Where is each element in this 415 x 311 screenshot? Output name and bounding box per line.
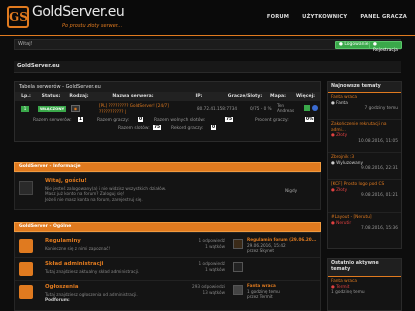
stat-slots-label: Razem wolnych slotów: xyxy=(154,118,206,123)
stat-max: 0 xyxy=(211,125,217,130)
forum-row-staff: Skład administracji Tutaj znajdziesz akt… xyxy=(15,259,320,281)
logo-tagline: Po prostu złoty serwer... xyxy=(62,23,123,29)
page: GS GoldServer.eu Po prostu złoty serwer.… xyxy=(0,0,415,311)
stat-percent-label: Procent graczy: xyxy=(255,118,289,123)
forum-counts: 1 odpowiedź 1 wątków xyxy=(198,261,225,272)
latest-topic-item[interactable]: Fanta wraca ● Fanta 7 godziny temu xyxy=(328,93,401,120)
col-lp: Lp.: xyxy=(21,94,31,99)
stat-slots: 75 xyxy=(225,117,234,122)
breadcrumb: GoldServer.eu xyxy=(14,61,401,73)
active-topic-item[interactable]: Fanta wraca ● Termit 1 godzinę temu xyxy=(328,277,401,298)
stat-all-slots-label: Razem slotów: xyxy=(118,126,150,131)
logo-mark[interactable]: GS xyxy=(7,6,29,28)
latest-topic-item[interactable]: #Layout - [Nerutu] ● Nerutir 7.08.2016, … xyxy=(328,213,401,239)
stat-all-slots: 75 xyxy=(153,125,162,130)
avatar[interactable] xyxy=(233,285,243,295)
server-table-title: Tabela serwerów - GoldServer.eu xyxy=(15,82,320,92)
server-players: 0/75 - 0 % xyxy=(250,106,272,111)
latest-topics-title: Najnowsze tematy xyxy=(328,82,401,93)
server-name[interactable]: [PL] ????????? GoldServer! [24/7] ??????… xyxy=(99,103,179,114)
forum-desc: Konieczne się z nimi zapoznać! xyxy=(45,246,111,251)
nav-users[interactable]: UŻYTKOWNICY xyxy=(302,14,347,20)
header-divider xyxy=(0,35,415,36)
forum-title[interactable]: Witaj, gościu! xyxy=(45,178,87,184)
site-header: GS GoldServer.eu Po prostu złoty serwer.… xyxy=(0,0,415,35)
forum-row-announcements: Ogłoszenia Tutaj znajdziesz ogłoszenia o… xyxy=(15,282,320,310)
section-info: Witaj, gościu! Nie jesteś zalogowany(a) … xyxy=(14,172,321,210)
logo-title[interactable]: GoldServer.eu xyxy=(32,4,125,20)
server-table-header: Lp.: Status: Rodzaj: Nazwa serwera: IP: … xyxy=(15,92,320,101)
server-table: Tabela serwerów - GoldServer.eu Lp.: Sta… xyxy=(14,81,321,142)
rules-forum-icon xyxy=(19,239,33,253)
col-name: Nazwa serwera: xyxy=(112,94,154,99)
forum-counts: 293 odpowiedzi 13 wątków xyxy=(192,284,225,295)
section-header-general[interactable]: GoldServer - Ogólne xyxy=(14,222,321,232)
avatar[interactable] xyxy=(233,262,243,272)
login-bar: Witaj! ● Logowanie ● Rejestracja xyxy=(14,39,402,53)
announcements-forum-icon xyxy=(19,285,33,299)
breadcrumb-home[interactable]: GoldServer.eu xyxy=(17,63,60,69)
stat-percent: 0% xyxy=(305,117,315,122)
forum-desc: Tutaj znajdziesz ogłoszenia od administr… xyxy=(45,292,138,303)
section-general: Regulaminy Konieczne się z nimi zapoznać… xyxy=(14,232,321,311)
col-more: Więcej: xyxy=(295,94,315,99)
latest-topic-item[interactable]: Zakończenie rekrutacji na admi... ● Złot… xyxy=(328,120,401,153)
server-stats: Razem serwerów: 1 Razem graczy: 0 Razem … xyxy=(15,116,320,141)
stat-servers: 1 xyxy=(78,117,84,122)
latest-topic-item[interactable]: Zbrojnik :3 ● Wyluzowany 9.08.2016, 22:3… xyxy=(328,153,401,180)
latest-topic-item[interactable]: [KCF] Prosto logo pod CS ● Złoty 9.08.20… xyxy=(328,180,401,213)
nav-forum[interactable]: FORUM xyxy=(267,14,289,20)
forum-row-rules: Regulaminy Konieczne się z nimi zapoznać… xyxy=(15,236,320,258)
status-badge: WŁĄCZONY xyxy=(38,106,67,112)
forum-title[interactable]: Regulaminy xyxy=(45,238,81,244)
forum-desc: Nie jesteś zalogowany(a) i nie widzisz w… xyxy=(45,186,167,202)
welcome-text: Witaj! xyxy=(18,41,33,47)
latest-topics-box: Najnowsze tematy Fanta wraca ● Fanta 7 g… xyxy=(327,81,402,249)
nav-player-panel[interactable]: PANEL GRACZA xyxy=(360,14,407,20)
forum-counts: 1 odpowiedź 1 wątków xyxy=(198,238,225,249)
forum-last-post: Regulamin forum (29.06.20... 29.06.2016,… xyxy=(247,237,317,253)
server-ip: 80.72.41.158:7734 xyxy=(197,106,238,111)
stat-max-label: Rekord graczy: xyxy=(171,126,204,131)
forum-title[interactable]: Skład administracji xyxy=(45,261,103,267)
stat-servers-label: Razem serwerów: xyxy=(33,118,72,123)
login-button[interactable]: ● Logowanie xyxy=(335,41,373,49)
info-icon[interactable] xyxy=(304,105,310,111)
active-topics-box: Ostatnio aktywne tematy Fanta wraca ● Te… xyxy=(327,258,402,311)
forum-desc: Tutaj znajdziesz aktualny skład administ… xyxy=(45,269,140,274)
col-ip: IP: xyxy=(195,94,203,99)
staff-forum-icon xyxy=(19,262,33,276)
main-nav: FORUM UŻYTKOWNICY PANEL GRACZA xyxy=(267,14,407,20)
stat-players: 0 xyxy=(138,117,144,122)
col-status: Status: xyxy=(41,94,61,99)
server-lp: 1 xyxy=(21,106,29,112)
connect-icon[interactable] xyxy=(312,105,318,111)
register-button[interactable]: ● Rejestracja xyxy=(369,41,402,53)
avatar[interactable] xyxy=(233,239,243,249)
stat-players-label: Razem graczy: xyxy=(97,118,130,123)
col-players: Gracze/Sloty: xyxy=(227,94,263,99)
col-type: Rodzaj: xyxy=(69,94,89,99)
server-map: Ten Andreas xyxy=(277,103,295,113)
forum-icon xyxy=(19,181,33,195)
forum-row-welcome: Witaj, gościu! Nie jesteś zalogowany(a) … xyxy=(15,176,320,208)
active-topics-title: Ostatnio aktywne tematy xyxy=(328,259,401,277)
section-header-info[interactable]: GoldServer - Informacje xyxy=(14,162,321,172)
col-map: Mapa: xyxy=(270,94,286,99)
forum-last-post: Fanta wraca 1 godzinę temu przez Termit xyxy=(247,283,280,299)
server-row: 1 WŁĄCZONY ◉ [PL] ????????? GoldServer! … xyxy=(15,101,320,116)
forum-title[interactable]: Ogłoszenia xyxy=(45,284,78,290)
game-type-icon: ◉ xyxy=(71,105,80,112)
